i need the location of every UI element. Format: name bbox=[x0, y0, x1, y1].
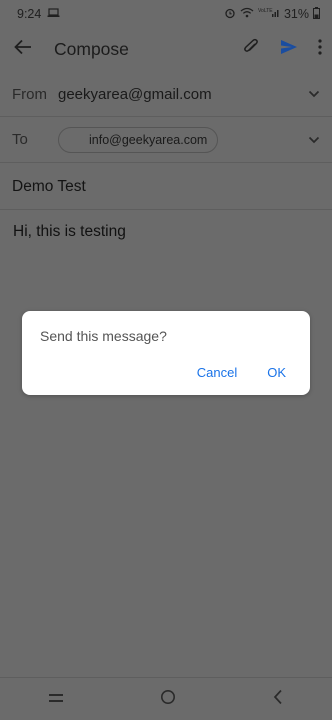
send-icon[interactable] bbox=[280, 39, 298, 60]
wifi-icon bbox=[240, 7, 254, 21]
cancel-button[interactable]: Cancel bbox=[197, 365, 237, 380]
back-icon[interactable] bbox=[273, 689, 283, 710]
dialog-message: Send this message? bbox=[40, 328, 167, 344]
svg-text:VoLTE: VoLTE bbox=[258, 8, 273, 14]
app-bar: Compose bbox=[0, 28, 332, 70]
from-label: From bbox=[12, 85, 47, 103]
laptop-icon bbox=[47, 7, 60, 21]
chevron-down-icon[interactable] bbox=[308, 85, 320, 103]
ok-button[interactable]: OK bbox=[267, 365, 286, 380]
chevron-down-icon[interactable] bbox=[308, 131, 320, 149]
back-arrow-icon[interactable] bbox=[14, 39, 32, 60]
to-label: To bbox=[12, 131, 28, 148]
to-row[interactable]: To info@geekyarea.com bbox=[0, 117, 332, 163]
send-confirm-dialog: Send this message? Cancel OK bbox=[22, 311, 310, 395]
from-account: geekyarea@gmail.com bbox=[58, 85, 212, 103]
attachment-icon[interactable] bbox=[242, 38, 260, 61]
page-title: Compose bbox=[54, 38, 129, 59]
signal-icon: VoLTE bbox=[258, 7, 280, 21]
navigation-bar bbox=[0, 677, 332, 720]
alarm-icon bbox=[224, 7, 236, 22]
subject-text: Demo Test bbox=[12, 178, 86, 195]
from-row[interactable]: From geekyarea@gmail.com bbox=[0, 72, 332, 117]
subject-field[interactable]: Demo Test bbox=[0, 165, 332, 210]
battery-icon bbox=[313, 6, 320, 22]
message-body[interactable]: Hi, this is testing bbox=[13, 223, 126, 241]
recipient-chip[interactable]: info@geekyarea.com bbox=[58, 126, 219, 153]
status-time: 9:24 bbox=[17, 7, 42, 21]
recent-apps-icon[interactable] bbox=[48, 690, 63, 708]
home-icon[interactable] bbox=[160, 689, 176, 710]
recipient-email: info@geekyarea.com bbox=[89, 132, 208, 147]
more-options-icon[interactable] bbox=[318, 38, 322, 60]
battery-percent: 31% bbox=[283, 7, 309, 21]
status-bar: 9:24 VoLTE 31% bbox=[0, 0, 332, 28]
